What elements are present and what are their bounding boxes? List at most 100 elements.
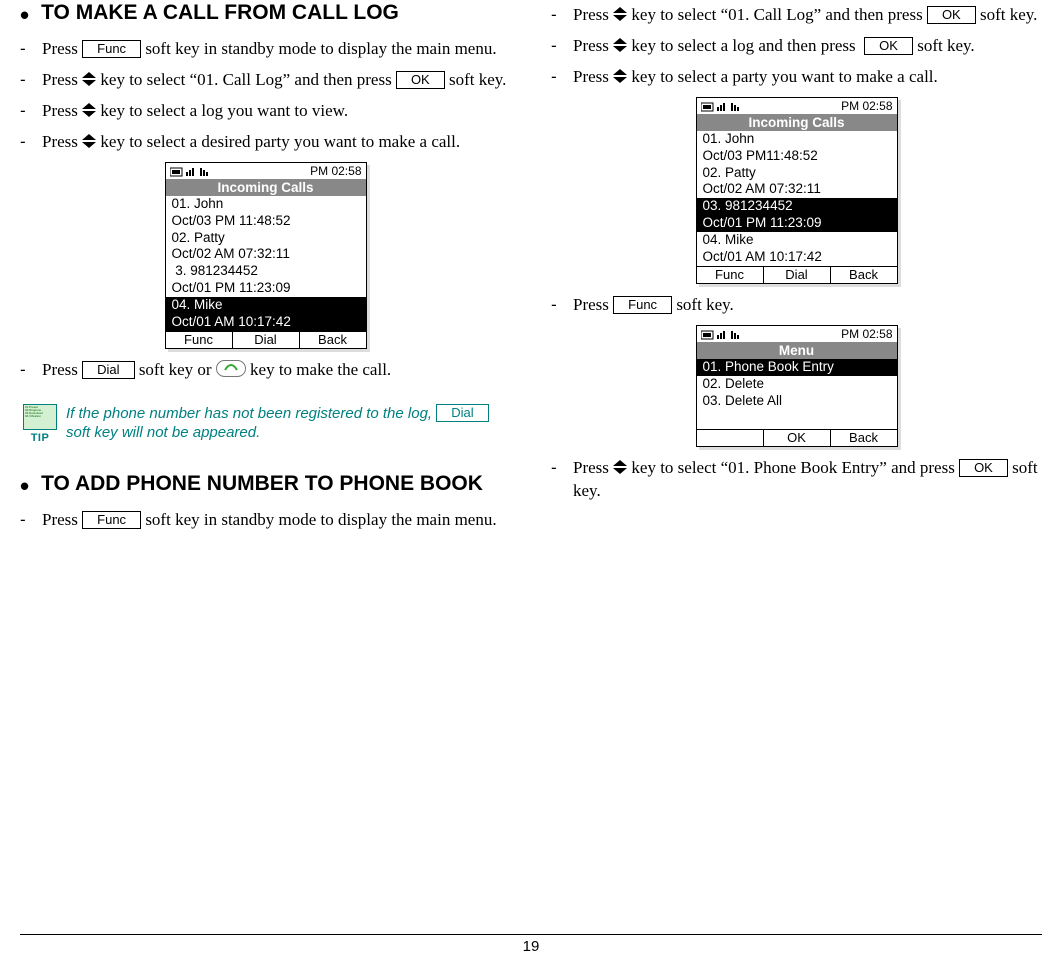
text: Press	[42, 101, 82, 120]
heading-make-call: • TO MAKE A CALL FROM CALL LOG	[20, 0, 511, 28]
text: Press	[42, 132, 82, 151]
dial-key: Dial	[82, 361, 134, 379]
step: - Press key to select “01. Call Log” and…	[20, 69, 511, 92]
text: soft key.	[917, 36, 974, 55]
step: - Press key to select “01. Call Log” and…	[551, 4, 1042, 27]
tip-screen-icon: 01.Preset02.Ringtone03.Download04.Vibrat…	[23, 404, 57, 430]
tip-box: 01.Preset02.Ringtone03.Download04.Vibrat…	[20, 404, 511, 445]
softkey-func: Func	[166, 332, 232, 348]
text: key to select a party you want to make a…	[631, 67, 937, 86]
step: - Press key to select “01. Phone Book En…	[551, 457, 1042, 503]
updown-icon	[82, 103, 96, 117]
list-item: 02. Delete	[697, 376, 897, 393]
status-time: PM 02:58	[310, 164, 361, 178]
text: key to select a log and then press	[631, 36, 860, 55]
step: - Press key to select a log you want to …	[20, 100, 511, 123]
ok-key: OK	[864, 37, 913, 55]
text: soft key.	[676, 295, 733, 314]
softkey-func: Func	[697, 267, 763, 283]
step: - Press key to select a desired party yo…	[20, 131, 511, 154]
dash-icon: -	[551, 35, 573, 58]
softkey-ok: OK	[763, 430, 830, 446]
list-item-selected: 04. Mike	[166, 297, 366, 314]
text: Press	[573, 295, 613, 314]
text: soft key.	[980, 5, 1037, 24]
text: Press	[42, 360, 82, 379]
text: key to select a desired party you want t…	[100, 132, 460, 151]
list-item: Oct/01 AM 10:17:42	[697, 249, 897, 266]
list-item: 03. Delete All	[697, 393, 897, 410]
dash-icon: -	[20, 100, 42, 123]
text: Press	[42, 39, 82, 58]
list-item: 01. John	[166, 196, 366, 213]
updown-icon	[82, 72, 96, 86]
dash-icon: -	[551, 66, 573, 89]
status-icons	[170, 164, 216, 178]
text: key to select “01. Call Log” and then pr…	[100, 70, 396, 89]
screen-title: Menu	[697, 342, 897, 359]
list-item: Oct/01 PM 11:23:09	[166, 280, 366, 297]
text: Press	[573, 36, 613, 55]
phone-screen-incoming-2: PM 02:58 Incoming Calls 01. John Oct/03 …	[696, 97, 898, 284]
text: key to make the call.	[250, 360, 391, 379]
heading-text: TO MAKE A CALL FROM CALL LOG	[41, 0, 399, 26]
tip-text: If the phone number has not been registe…	[66, 405, 436, 422]
text: Press	[573, 5, 613, 24]
text: key to select “01. Call Log” and then pr…	[631, 5, 927, 24]
text: soft key in standby mode to display the …	[145, 510, 496, 529]
heading-add-phone-book: • TO ADD PHONE NUMBER TO PHONE BOOK	[20, 471, 511, 499]
dash-icon: -	[551, 4, 573, 27]
ok-key: OK	[396, 71, 445, 89]
text: Press	[42, 510, 82, 529]
list-item: Oct/02 AM 07:32:11	[697, 181, 897, 198]
softkey-dial: Dial	[232, 332, 299, 348]
dash-icon: -	[20, 509, 42, 532]
tip-text: soft key will not be appeared.	[66, 424, 260, 441]
status-icons	[701, 327, 747, 341]
dash-icon: -	[551, 457, 573, 503]
step: - Press Dial soft key or key to make the…	[20, 359, 511, 382]
page-number: 19	[20, 934, 1042, 955]
text: key to select a log you want to view.	[100, 101, 348, 120]
func-key: Func	[82, 40, 141, 58]
phone-screen-menu: PM 02:58 Menu 01. Phone Book Entry 02. D…	[696, 325, 898, 447]
list-item: 01. John	[697, 131, 897, 148]
updown-icon	[613, 38, 627, 52]
list-item: Oct/02 AM 07:32:11	[166, 246, 366, 263]
text: soft key or	[139, 360, 216, 379]
tip-label: TIP	[31, 431, 50, 445]
text: soft key in standby mode to display the …	[145, 39, 496, 58]
list-item: Oct/03 PM11:48:52	[697, 148, 897, 165]
dash-icon: -	[20, 38, 42, 61]
dash-icon: -	[551, 294, 573, 317]
status-time: PM 02:58	[841, 327, 892, 341]
bullet-icon: •	[20, 2, 29, 28]
func-key: Func	[82, 511, 141, 529]
text: soft key.	[449, 70, 506, 89]
ok-key: OK	[959, 459, 1008, 477]
list-item: 02. Patty	[697, 165, 897, 182]
softkey-back: Back	[299, 332, 366, 348]
step: - Press key to select a log and then pre…	[551, 35, 1042, 58]
step: - Press Func soft key in standby mode to…	[20, 38, 511, 61]
softkey-dial: Dial	[763, 267, 830, 283]
screen-title: Incoming Calls	[166, 179, 366, 196]
updown-icon	[613, 69, 627, 83]
step: - Press key to select a party you want t…	[551, 66, 1042, 89]
call-key-icon	[216, 360, 246, 377]
list-item: 04. Mike	[697, 232, 897, 249]
softkey-blank	[697, 430, 763, 446]
step: - Press Func soft key.	[551, 294, 1042, 317]
dash-icon: -	[20, 131, 42, 154]
bullet-icon: •	[20, 473, 29, 499]
text: Press	[573, 67, 613, 86]
list-item-selected: 03. 981234452	[697, 198, 897, 215]
updown-icon	[613, 460, 627, 474]
phone-screen-incoming-1: PM 02:58 Incoming Calls 01. John Oct/03 …	[165, 162, 367, 349]
text: Press	[573, 458, 613, 477]
status-time: PM 02:58	[841, 99, 892, 113]
softkey-back: Back	[830, 430, 897, 446]
softkey-back: Back	[830, 267, 897, 283]
dial-key: Dial	[436, 404, 488, 422]
list-item: 02. Patty	[166, 230, 366, 247]
